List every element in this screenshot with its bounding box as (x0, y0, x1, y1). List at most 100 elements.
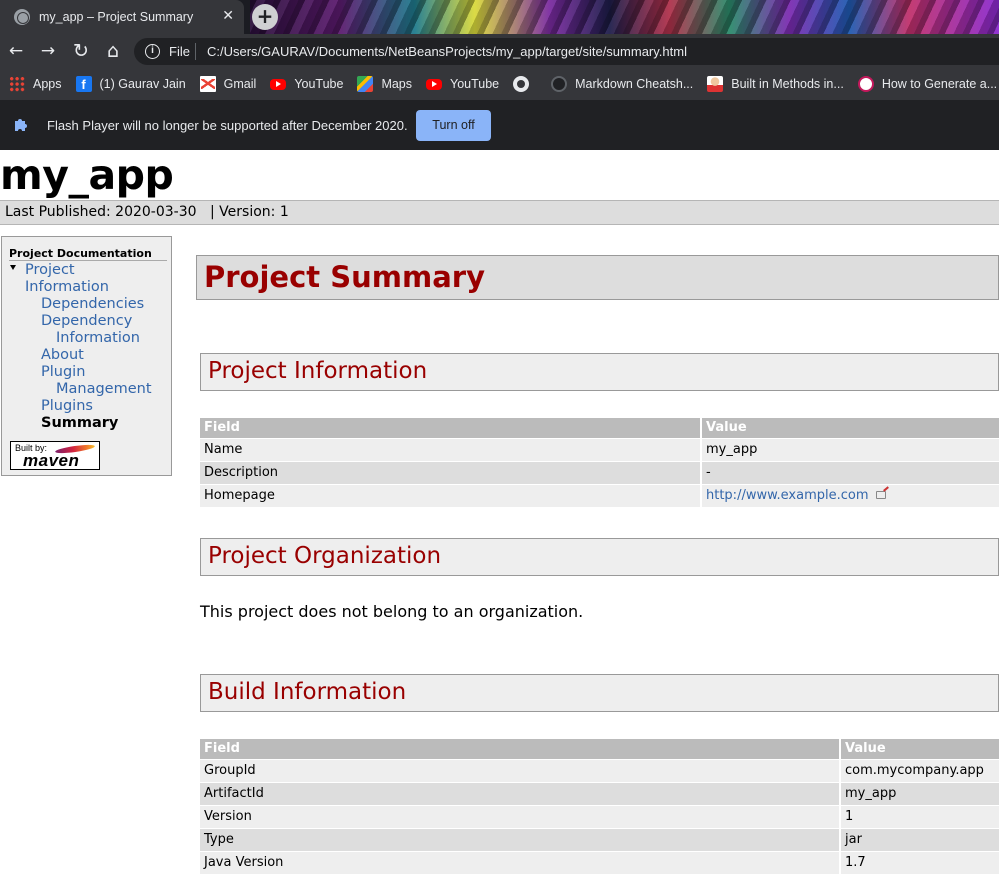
bookmark-globe[interactable] (513, 76, 537, 92)
field-cell: Version (200, 805, 841, 829)
maven-logo: maven (23, 451, 80, 470)
bookmark-youtube[interactable]: YouTube (270, 77, 343, 91)
youtube-icon (270, 78, 287, 90)
built-by-maven-badge[interactable]: Built by: maven (10, 441, 100, 470)
table-header-row: Field Value (200, 739, 999, 760)
flash-message: Flash Player will no longer be supported… (47, 118, 408, 133)
bookmark-how-to-generate[interactable]: How to Generate a... (857, 76, 997, 92)
value-cell: 1.7 (840, 851, 999, 874)
new-tab-button[interactable]: + (252, 4, 278, 30)
value-cell: 1 (840, 805, 999, 829)
back-arrow-icon[interactable]: ← (6, 41, 26, 61)
sidebar-item-dependency-information[interactable]: Dependency (41, 313, 132, 330)
sidebar-item-plugins[interactable]: Plugins (41, 398, 93, 415)
project-version: Version: 1 (219, 204, 289, 220)
section-heading-build-information: Build Information (200, 674, 999, 712)
section-heading-project-information: Project Information (200, 353, 999, 391)
section-heading-project-organization: Project Organization (200, 538, 999, 576)
globe-icon (513, 76, 530, 92)
homepage-link[interactable]: http://www.example.com (706, 488, 869, 503)
gmail-icon (199, 76, 216, 92)
page-title: Project Summary (204, 260, 485, 294)
address-bar[interactable]: i File C:/Users/GAURAV/Documents/NetBean… (134, 38, 999, 65)
field-cell: GroupId (200, 759, 841, 783)
sidebar-item-plugin-management-line2[interactable]: Management (56, 381, 152, 398)
sidebar-item-about[interactable]: About (41, 347, 84, 364)
bookmark-maps[interactable]: Maps (357, 76, 412, 92)
bookmark-label: (1) Gaurav Jain (99, 77, 186, 91)
info-icon[interactable]: i (145, 44, 160, 59)
address-divider (195, 43, 196, 60)
home-icon[interactable]: ⌂ (103, 41, 123, 61)
bookmark-facebook[interactable]: f (1) Gaurav Jain (75, 76, 186, 92)
sidebar-item-summary: Summary (41, 415, 119, 431)
bookmark-label: YouTube (450, 77, 500, 91)
turn-off-button[interactable]: Turn off (416, 110, 491, 141)
field-cell: Type (200, 828, 841, 852)
bookmark-label: Gmail (223, 77, 257, 91)
table-row: Description - (200, 461, 999, 485)
value-cell: jar (840, 828, 999, 852)
sidebar-item-dependencies[interactable]: Dependencies (41, 296, 144, 313)
field-cell: Java Version (200, 851, 841, 874)
table-row: Version 1 (200, 805, 999, 829)
section-title: Build Information (208, 679, 407, 705)
table-row: Homepage http://www.example.com (200, 484, 999, 507)
sidebar-item-plugin-management[interactable]: Plugin (41, 364, 85, 381)
reload-icon[interactable]: ↻ (71, 41, 91, 61)
bookmark-gmail[interactable]: Gmail (199, 76, 257, 92)
avatar-icon (707, 76, 724, 92)
browser-toolbar: ← → ↻ ⌂ i File C:/Users/GAURAV/Documents… (0, 34, 999, 68)
expanded-arrow-icon[interactable] (10, 265, 16, 270)
url-text[interactable]: C:/Users/GAURAV/Documents/NetBeansProjec… (207, 44, 687, 59)
url-scheme-label: File (169, 44, 190, 59)
table-row: ArtifactId my_app (200, 782, 999, 806)
sidebar-item-project-information[interactable]: Project (25, 262, 75, 279)
bookmarks-bar: Apps f (1) Gaurav Jain Gmail YouTube Maps… (0, 68, 999, 100)
column-header: Value (701, 418, 999, 439)
bookmark-label: Markdown Cheatsh... (575, 77, 694, 91)
browser-theme-artwork (250, 0, 999, 34)
puzzle-icon (15, 119, 27, 131)
table-row: GroupId com.mycompany.app (200, 759, 999, 783)
tab-strip: my_app – Project Summary ✕ + (0, 0, 999, 34)
bookmark-apps[interactable]: Apps (9, 76, 62, 92)
nav-heading: Project Documentation (9, 247, 167, 261)
site-title: my_app (0, 151, 174, 199)
column-header: Field (200, 739, 841, 760)
table-row: Type jar (200, 828, 999, 852)
table-header-row: Field Value (200, 418, 999, 439)
column-header: Value (840, 739, 999, 760)
bookmark-label: Apps (33, 77, 62, 91)
last-published: Last Published: 2020-03-30 (5, 204, 197, 220)
sidebar-navigation: Project Documentation Project Informatio… (1, 236, 172, 476)
tab-title: my_app – Project Summary (39, 10, 194, 24)
active-tab[interactable]: my_app – Project Summary ✕ (0, 0, 244, 34)
field-cell: Name (200, 438, 702, 462)
field-cell: Homepage (200, 484, 702, 507)
site-icon (857, 76, 874, 92)
breadcrumb: Last Published: 2020-03-30 | Version: 1 (0, 200, 999, 225)
forward-arrow-icon[interactable]: → (38, 41, 58, 61)
youtube-icon (426, 78, 443, 90)
maps-icon (357, 76, 374, 92)
build-information-table: Field Value GroupId com.mycompany.app Ar… (200, 739, 999, 874)
globe-icon (14, 9, 30, 25)
section-title: Project Organization (208, 543, 442, 569)
bookmark-markdown-cheatsheet[interactable]: Markdown Cheatsh... (551, 76, 693, 92)
value-cell: my_app (840, 782, 999, 806)
sidebar-item-project-information-line2[interactable]: Information (25, 279, 109, 296)
external-link-icon (875, 491, 886, 499)
field-cell: ArtifactId (200, 782, 841, 806)
value-cell: my_app (701, 438, 999, 462)
project-information-table: Field Value Name my_app Description - Ho… (200, 418, 999, 507)
bookmark-label: Built in Methods in... (731, 77, 844, 91)
close-tab-icon[interactable]: ✕ (222, 8, 234, 24)
sidebar-item-dependency-information-line2[interactable]: Information (56, 330, 140, 347)
flash-deprecation-infobar: Flash Player will no longer be supported… (0, 100, 999, 150)
breadcrumb-divider: | (210, 204, 215, 220)
bookmark-built-in-methods[interactable]: Built in Methods in... (707, 76, 844, 92)
apps-grid-icon (9, 76, 25, 92)
bookmark-youtube-2[interactable]: YouTube (426, 77, 499, 91)
bookmark-label: Maps (381, 77, 413, 91)
